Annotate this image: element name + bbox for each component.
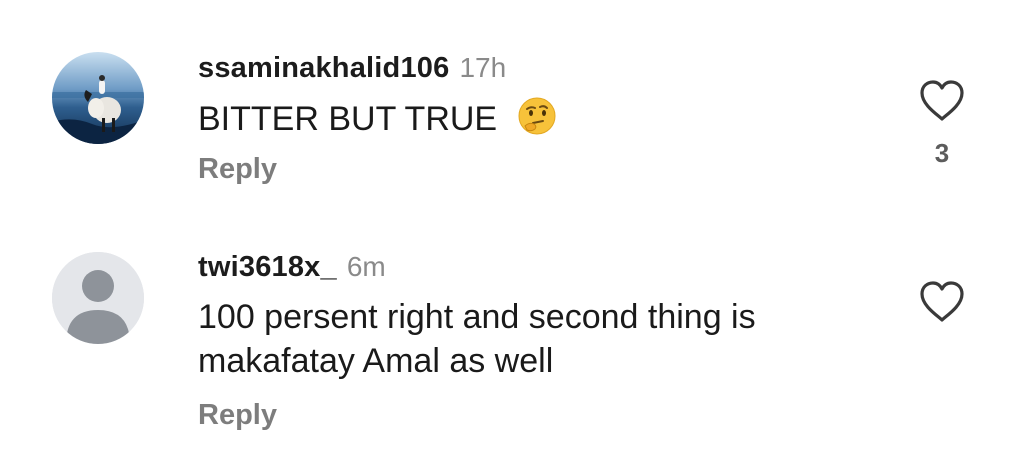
username[interactable]: ssaminakhalid106 <box>198 52 449 84</box>
comment-text-line: makafatay Amal as well <box>198 342 554 380</box>
heart-icon <box>920 80 964 121</box>
reply-button[interactable]: Reply <box>198 152 277 186</box>
comment-header: twi3618x_ 6m <box>198 250 386 284</box>
comment-text: 100 persent right and second thing is ma… <box>198 295 756 383</box>
username[interactable]: twi3618x_ <box>198 251 337 283</box>
reply-button[interactable]: Reply <box>198 398 277 432</box>
comment-text: BITTER BUT TRUE <box>198 96 557 147</box>
avatar[interactable] <box>52 52 144 144</box>
timestamp: 17h <box>459 52 507 83</box>
heart-icon <box>920 281 964 322</box>
comment-text-line: 100 persent right and second thing is <box>198 298 756 336</box>
comment-text-line: BITTER BUT TRUE <box>198 100 498 138</box>
avatar[interactable] <box>52 252 144 344</box>
comment-header: ssaminakhalid106 17h <box>198 51 506 85</box>
like-button[interactable] <box>918 280 966 324</box>
comment-item: twi3618x_ 6m 100 persent right and second… <box>0 220 1024 456</box>
timestamp: 6m <box>346 251 386 282</box>
default-avatar-icon <box>52 252 144 344</box>
like-button[interactable] <box>918 79 966 123</box>
like-count: 3 <box>934 138 950 168</box>
thinking-face-icon <box>517 96 557 147</box>
comment-item: ssaminakhalid106 17h BITTER BUT TRUE Repl… <box>0 0 1024 220</box>
profile-photo-icon <box>52 52 144 144</box>
